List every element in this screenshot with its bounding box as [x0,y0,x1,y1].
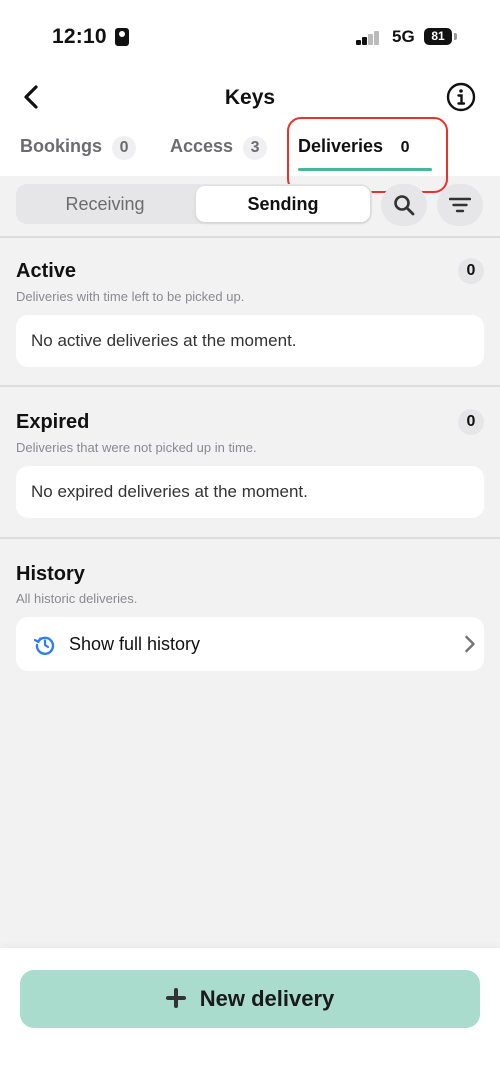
tab-access[interactable]: Access 3 [170,136,268,160]
show-full-history-label: Show full history [69,634,201,654]
history-icon [34,636,55,655]
section-subtitle-history: All historic deliveries. [16,591,138,606]
divider [0,537,500,539]
section-title-history: History [16,563,85,585]
highlight-annotation-box [287,117,448,193]
battery-icon: 81 [424,28,452,45]
section-subtitle-expired: Deliveries that were not picked up in ti… [16,440,257,455]
signal-icon [356,30,384,45]
tab-label: Bookings [20,136,103,156]
chevron-right-icon [465,635,475,653]
screen: 12:10 5G 81 Keys Bookings 0 Access 3 Deliv… [0,0,500,1082]
tab-label: Access [170,136,234,156]
receiving-sending-toggle: Receiving Sending [16,184,372,224]
expired-empty-card: No expired deliveries at the moment. [16,466,484,518]
active-count-badge: 0 [458,258,484,284]
info-icon[interactable] [446,82,476,112]
battery-tip [454,33,457,40]
expired-count-badge: 0 [458,409,484,435]
tab-count: 3 [243,136,268,160]
segment-receiving[interactable]: Receiving [16,184,194,224]
active-empty-text: No active deliveries at the moment. [31,331,297,350]
new-delivery-label: New delivery [199,986,335,1011]
divider [0,385,500,387]
tab-bookings[interactable]: Bookings 0 [20,136,137,160]
segment-sending[interactable]: Sending [196,186,370,222]
show-full-history-row[interactable]: Show full history [16,617,484,671]
search-icon [394,195,415,216]
divider [0,236,500,238]
section-subtitle-active: Deliveries with time left to be picked u… [16,289,245,304]
filter-button[interactable] [437,184,483,226]
status-time: 12:10 [52,25,107,48]
active-empty-card: No active deliveries at the moment. [16,315,484,367]
section-title-active: Active [16,260,77,282]
expired-empty-text: No expired deliveries at the moment. [31,482,308,501]
filter-icon [449,197,471,213]
search-button[interactable] [381,184,427,226]
network-label: 5G [392,27,415,46]
tab-count: 0 [112,136,137,160]
new-delivery-button[interactable]: New delivery [20,970,480,1028]
plus-icon [165,988,186,1008]
section-title-expired: Expired [16,411,90,433]
focus-person-icon [115,28,129,46]
page-title: Keys [224,86,276,109]
